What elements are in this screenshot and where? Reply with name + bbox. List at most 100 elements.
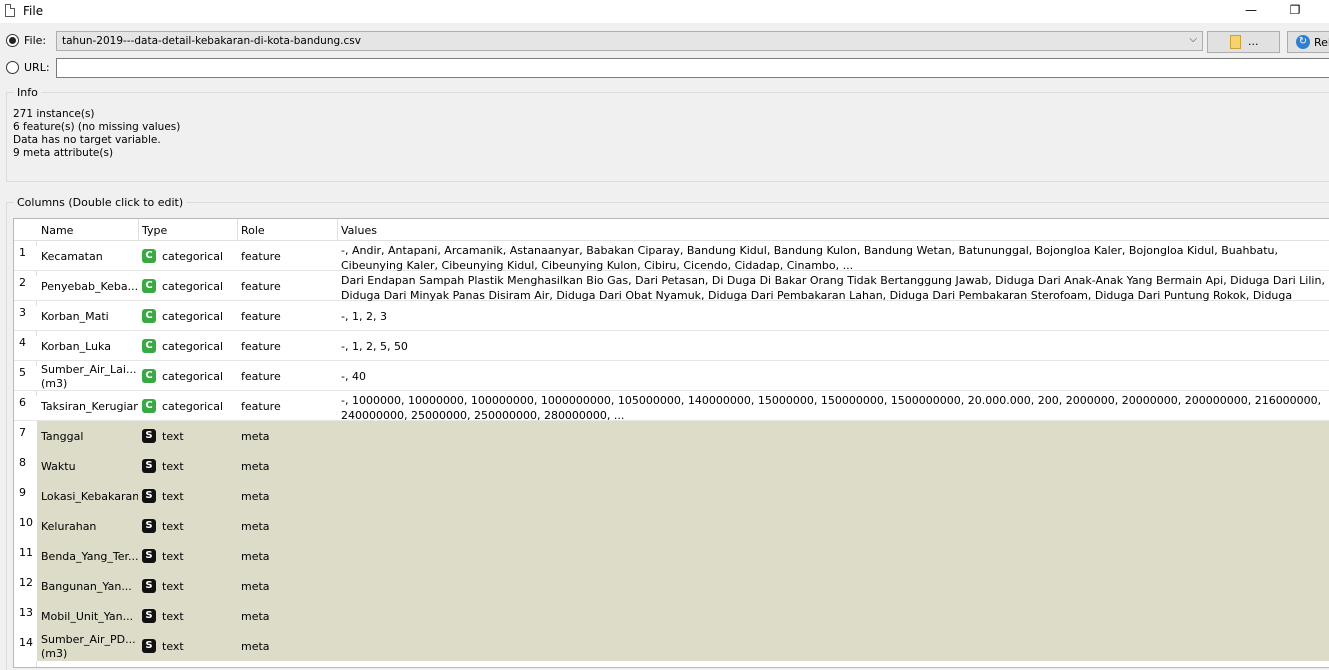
column-name[interactable]: Benda_Yang_Ter... <box>41 550 138 563</box>
table-row[interactable]: 7 Tanggal Stext meta <box>14 421 1329 451</box>
column-name[interactable]: Penyebab_Keba... <box>41 280 138 293</box>
reload-icon: ↻ <box>1296 35 1310 49</box>
table-header: Name Type Role Values <box>14 219 1329 241</box>
url-radio[interactable] <box>6 61 19 74</box>
title-bar: File — ❐ <box>0 0 1329 23</box>
folder-icon <box>1230 35 1241 49</box>
row-number: 4 <box>14 336 37 360</box>
row-number: 8 <box>14 451 37 481</box>
info-meta: 9 meta attribute(s) <box>13 147 114 159</box>
column-name[interactable]: Korban_Mati <box>41 310 138 323</box>
header-values[interactable]: Values <box>341 224 377 237</box>
table-row[interactable]: 1 Kecamatan Ccategorical feature -, Andir, A… <box>14 241 1329 273</box>
column-values[interactable]: -, 40 <box>341 370 1329 383</box>
categorical-icon: C <box>142 369 156 383</box>
file-radio[interactable] <box>6 34 19 47</box>
info-instances: 271 instance(s) <box>13 108 95 120</box>
column-role[interactable]: feature <box>241 280 281 293</box>
row-number: 7 <box>14 421 37 451</box>
table-row[interactable]: 3 Korban_Mati Ccategorical feature -, 1, 2, … <box>14 301 1329 331</box>
row-number: 1 <box>14 246 37 270</box>
column-role[interactable]: meta <box>241 520 270 533</box>
table-row[interactable]: 9 Lokasi_Kebakaran Stext meta <box>14 481 1329 511</box>
column-role[interactable]: feature <box>241 370 281 383</box>
column-type[interactable]: text <box>162 580 184 593</box>
column-type[interactable]: text <box>162 430 184 443</box>
table-row[interactable]: 4 Korban_Luka Ccategorical feature -, 1, 2, … <box>14 331 1329 361</box>
column-name[interactable]: Mobil_Unit_Yan... <box>41 610 138 623</box>
column-role[interactable]: meta <box>241 610 270 623</box>
table-row[interactable]: 10 Kelurahan Stext meta <box>14 511 1329 541</box>
column-values[interactable]: -, 1, 2, 5, 50 <box>341 340 1329 353</box>
column-name[interactable]: Sumber_Air_Lai... (m3) <box>41 363 138 391</box>
file-select[interactable]: tahun-2019---data-detail-kebakaran-di-ko… <box>56 31 1203 51</box>
column-name[interactable]: Bangunan_Yan... <box>41 580 138 593</box>
column-name[interactable]: Tanggal <box>41 430 138 443</box>
column-name[interactable]: Kecamatan <box>41 250 138 263</box>
minimize-button[interactable]: — <box>1228 0 1274 22</box>
column-type[interactable]: text <box>162 490 184 503</box>
column-type[interactable]: categorical <box>162 250 223 263</box>
column-type[interactable]: text <box>162 640 184 653</box>
categorical-icon: C <box>142 399 156 413</box>
column-values[interactable]: -, 1000000, 10000000, 100000000, 1000000… <box>341 393 1329 423</box>
info-group-title: Info <box>14 86 41 99</box>
table-row[interactable]: 5 Sumber_Air_Lai... (m3) Ccategorical featu… <box>14 361 1329 391</box>
restore-button[interactable]: ❐ <box>1272 0 1318 22</box>
url-source-row: URL: <box>0 57 1329 79</box>
columns-table[interactable]: Name Type Role Values 1 Kecamatan Ccategor… <box>13 218 1329 668</box>
header-type[interactable]: Type <box>142 224 167 237</box>
document-icon <box>5 4 15 17</box>
table-row[interactable]: 8 Waktu Stext meta <box>14 451 1329 481</box>
column-name[interactable]: Kelurahan <box>41 520 138 533</box>
column-type[interactable]: text <box>162 460 184 473</box>
table-row[interactable]: 14 Sumber_Air_PD... (m3) Stext meta <box>14 631 1329 661</box>
column-type[interactable]: categorical <box>162 310 223 323</box>
column-values[interactable]: Dari Endapan Sampah Plastik Menghasilkan… <box>341 273 1329 303</box>
string-icon: S <box>142 519 156 533</box>
reload-button[interactable]: ↻ Reload <box>1287 31 1329 53</box>
column-name[interactable]: Korban_Luka <box>41 340 138 353</box>
table-row[interactable]: 11 Benda_Yang_Ter... Stext meta <box>14 541 1329 571</box>
table-row[interactable]: 13 Mobil_Unit_Yan... Stext meta <box>14 601 1329 631</box>
column-name[interactable]: Sumber_Air_PD... (m3) <box>41 633 138 661</box>
column-role[interactable]: meta <box>241 490 270 503</box>
column-role[interactable]: meta <box>241 640 270 653</box>
table-row[interactable]: 2 Penyebab_Keba... Ccategorical feature Dari… <box>14 271 1329 303</box>
column-role[interactable]: meta <box>241 430 270 443</box>
header-role[interactable]: Role <box>241 224 265 237</box>
browse-button[interactable]: ... <box>1207 31 1280 53</box>
header-name[interactable]: Name <box>41 224 73 237</box>
column-type[interactable]: text <box>162 520 184 533</box>
table-row[interactable]: 6 Taksiran_Kerugian Ccategorical feature -, … <box>14 391 1329 423</box>
column-role[interactable]: meta <box>241 580 270 593</box>
row-number: 2 <box>14 276 37 300</box>
column-role[interactable]: feature <box>241 400 281 413</box>
table-row[interactable]: 12 Bangunan_Yan... Stext meta <box>14 571 1329 601</box>
column-role[interactable]: meta <box>241 550 270 563</box>
string-icon: S <box>142 609 156 623</box>
column-role[interactable]: feature <box>241 310 281 323</box>
string-icon: S <box>142 549 156 563</box>
string-icon: S <box>142 639 156 653</box>
url-input[interactable] <box>56 58 1329 78</box>
column-type[interactable]: categorical <box>162 370 223 383</box>
column-type[interactable]: categorical <box>162 340 223 353</box>
string-icon: S <box>142 579 156 593</box>
column-name[interactable]: Waktu <box>41 460 138 473</box>
browse-label: ... <box>1248 35 1259 48</box>
column-type[interactable]: text <box>162 610 184 623</box>
column-role[interactable]: meta <box>241 460 270 473</box>
string-icon: S <box>142 459 156 473</box>
column-role[interactable]: feature <box>241 340 281 353</box>
info-group <box>6 92 1329 182</box>
column-values[interactable]: -, Andir, Antapani, Arcamanik, Astanaany… <box>341 243 1329 273</box>
column-name[interactable]: Taksiran_Kerugian <box>41 400 138 413</box>
column-type[interactable]: categorical <box>162 280 223 293</box>
column-type[interactable]: text <box>162 550 184 563</box>
column-role[interactable]: feature <box>241 250 281 263</box>
column-type[interactable]: categorical <box>162 400 223 413</box>
column-name[interactable]: Lokasi_Kebakaran <box>41 490 138 503</box>
column-values[interactable]: -, 1, 2, 3 <box>341 310 1329 323</box>
string-icon: S <box>142 429 156 443</box>
